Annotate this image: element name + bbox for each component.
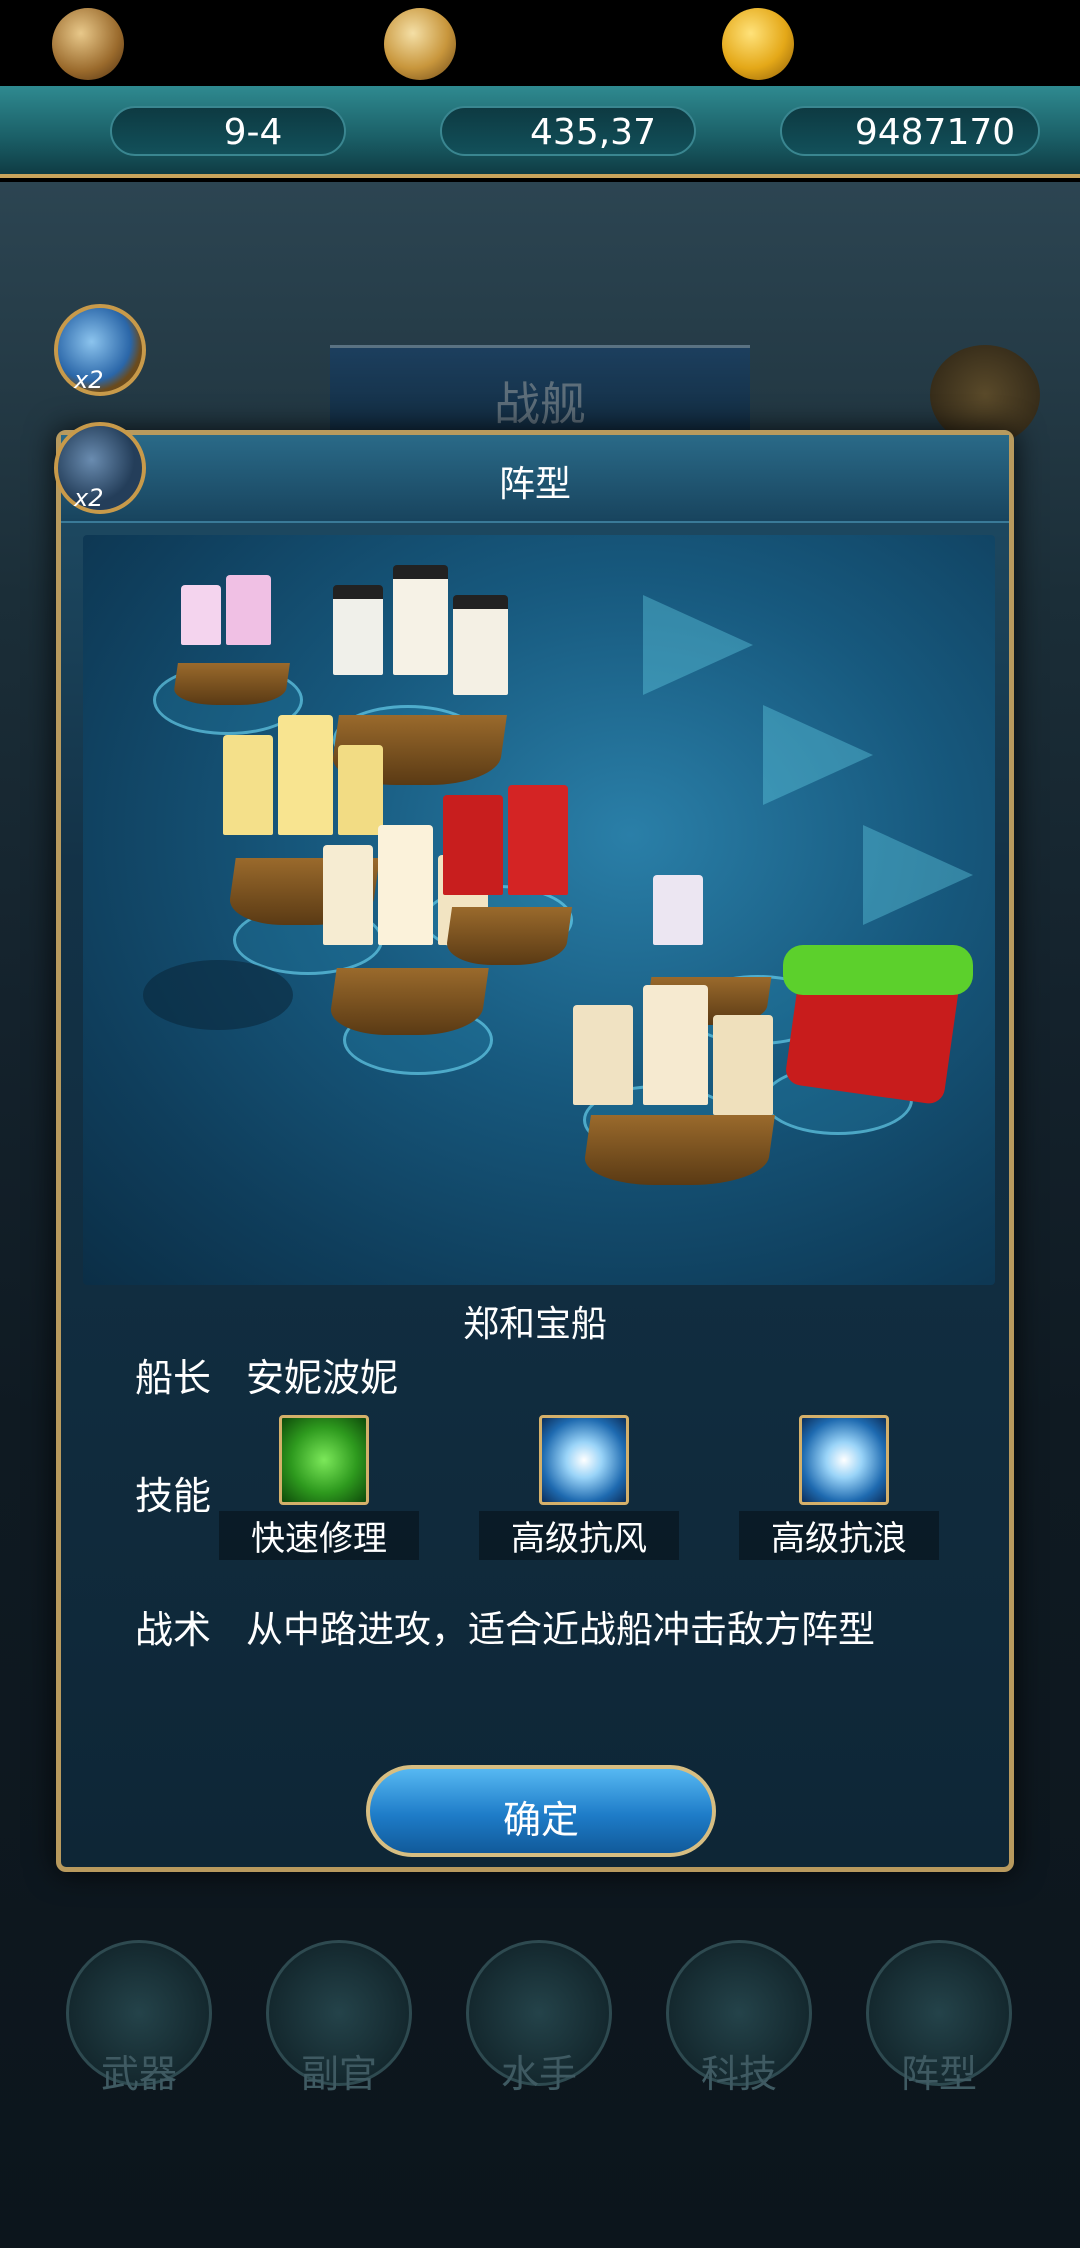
coordinate-counter: 435,37 [440,106,696,156]
ship-cross [563,965,793,1185]
skill-label: 快速修理 [219,1511,419,1560]
ship-red-junk [433,785,583,965]
gift-ribbon [783,945,973,995]
formation-preview [83,535,995,1285]
captain-name: 安妮波妮 [246,1356,399,1400]
tactic-description: 从中路进攻，适合近战船冲击敌方阵型 [246,1608,875,1651]
nav-officer-label: 副官 [300,2052,377,2096]
dialog-title: 阵型 [498,464,571,505]
nav-sailor-button: 水手 [466,1940,612,2096]
skills-label: 技能 [135,1474,212,1518]
tactic-label: 战术 [135,1608,212,1652]
battle-multiplier: x2 [74,484,104,512]
gold-value: 9487170 [854,112,1016,153]
ship-name: 郑和宝船 [462,1304,607,1345]
direction-arrow-1 [643,595,753,695]
skill-label: 高级抗风 [479,1511,679,1560]
direction-arrow-2 [763,705,873,805]
captain-label: 船长 [135,1356,212,1400]
background-banner-title: 战舰 [494,377,586,431]
wind-resist-icon[interactable] [539,1415,629,1505]
confirm-button[interactable]: 确定 [366,1765,716,1857]
nav-officer-button: 副官 [266,1940,412,2096]
confirm-label: 确定 [502,1798,579,1842]
nav-tech-label: 科技 [700,2052,777,2096]
stage-value: 9-4 [223,112,283,153]
empty-formation-slot [143,960,293,1030]
coordinate-value: 435,37 [530,112,656,153]
anchor-coin-icon [722,8,794,80]
nav-sailor-label: 水手 [500,2052,577,2096]
nav-formation-button: 阵型 [866,1940,1012,2096]
direction-arrow-3 [863,825,973,925]
compass-icon [384,8,456,80]
wave-resist-icon[interactable] [799,1415,889,1505]
repair-icon[interactable] [279,1415,369,1505]
nav-tech-button: 科技 [666,1940,812,2096]
skill-label: 高级抗浪 [739,1511,939,1560]
nav-formation-label: 阵型 [900,2052,977,2096]
status-bar [0,0,1080,86]
dialog-header: 阵型 [61,435,1009,523]
search-multiplier: x2 [74,366,104,394]
nav-weapon-button: 武器 [66,1940,212,2096]
ship-pink [161,575,301,705]
stage-counter: 9-4 [110,106,346,156]
formation-dialog: 阵型 郑和宝船 船长 安妮波妮 技能 快速修理 高级抗风 高级抗浪 战术 从中路… [56,430,1014,1872]
hourglass-icon [52,8,124,80]
resource-bar: 9-4 435,37 9487170 [0,86,1080,178]
nav-weapon-label: 武器 [100,2052,177,2096]
gold-counter: 9487170 [780,106,1040,156]
